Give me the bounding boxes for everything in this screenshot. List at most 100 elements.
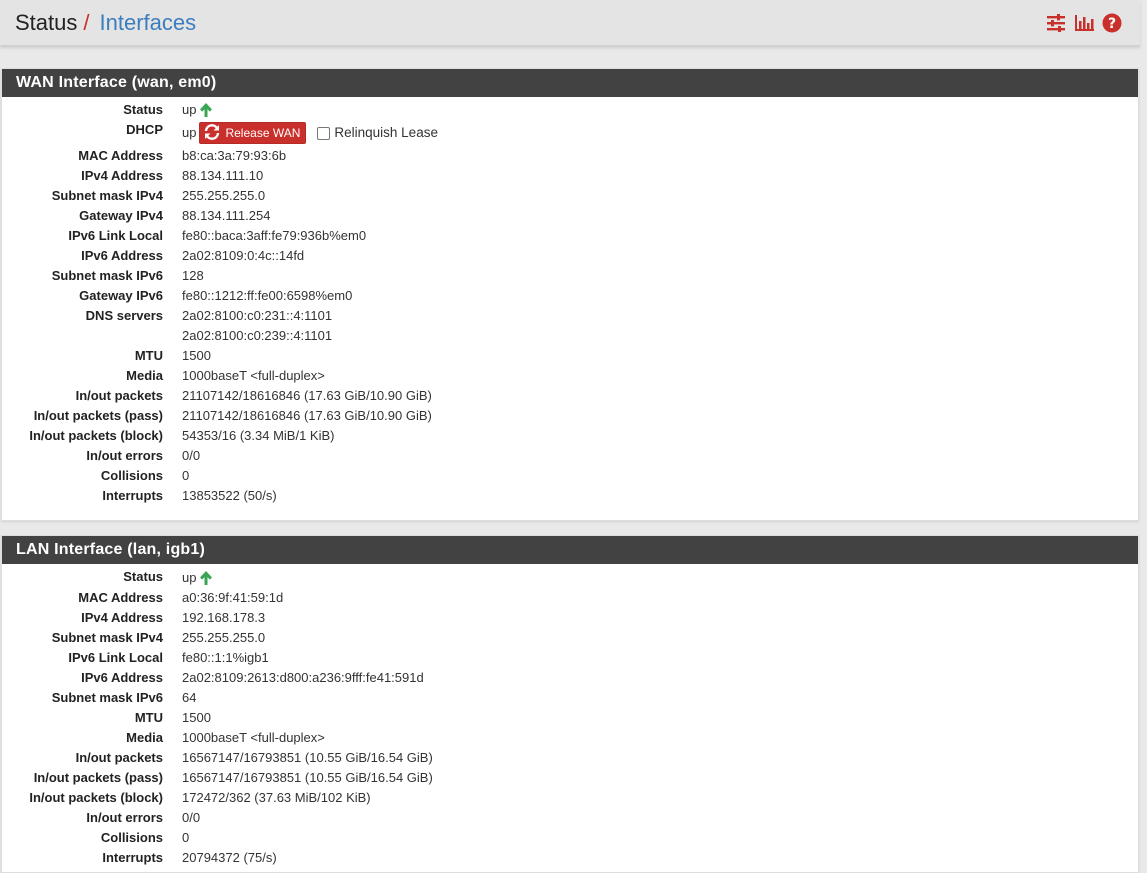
wan-detail-row: DNS servers 2a02:8100:c0:231::4:1101 (2, 306, 1138, 326)
row-value: 21107142/18616846 (17.63 GiB/10.90 GiB) (182, 408, 432, 423)
row-label: IPv6 Link Local (68, 650, 163, 665)
row-value: 16567147/16793851 (10.55 GiB/16.54 GiB) (182, 770, 433, 785)
breadcrumb-current[interactable]: Interfaces (100, 10, 197, 36)
row-value: fe80::baca:3aff:fe79:936b%em0 (182, 228, 367, 243)
row-value: up (182, 125, 197, 140)
wan-detail-row: In/out packets 21107142/18616846 (17.63 G… (2, 386, 1138, 406)
row-value: 13853522 (50/s) (182, 488, 277, 503)
breadcrumb-separator: / (83, 9, 90, 35)
wan-panel-title: WAN Interface (wan, em0) (2, 69, 1138, 97)
bar-chart-icon[interactable] (1074, 13, 1094, 33)
breadcrumb: Status / Interfaces (15, 10, 196, 36)
relinquish-lease-checkbox[interactable] (317, 126, 331, 140)
lan-detail-row: In/out errors 0/0 (2, 808, 1138, 828)
wan-detail-row: Media 1000baseT <full-duplex> (2, 366, 1138, 386)
release-wan-button[interactable]: Release WAN (199, 122, 307, 144)
lan-detail-row: Interrupts 20794372 (75/s) (2, 848, 1138, 868)
up-arrow-icon (199, 102, 213, 118)
lan-status-row: Status up (2, 567, 1138, 588)
row-value: 88.134.111.10 (182, 168, 264, 183)
row-label: In/out packets (pass) (33, 770, 163, 785)
row-label: In/out errors (86, 810, 163, 825)
settings-sliders-icon[interactable] (1046, 13, 1066, 33)
lan-detail-row: IPv6 Link Local fe80::1:1%igb1 (2, 648, 1138, 668)
row-label: MAC Address (78, 590, 163, 605)
row-value: 21107142/18616846 (17.63 GiB/10.90 GiB) (182, 388, 432, 403)
lan-detail-row: In/out packets (block) 172472/362 (37.63 … (2, 788, 1138, 808)
row-value: 64 (182, 690, 197, 705)
row-label (2, 326, 163, 346)
row-label: In/out packets (block) (29, 790, 163, 805)
row-label: Status (123, 569, 163, 584)
row-value: 2a02:8100:c0:239::4:1101 (182, 328, 333, 343)
wan-detail-row: 2a02:8100:c0:239::4:1101 (2, 326, 1138, 346)
row-value: 192.168.178.3 (182, 610, 266, 625)
wan-interface-panel: WAN Interface (wan, em0) Status up DHCP … (1, 68, 1139, 521)
wan-detail-row: Gateway IPv6 fe80::1212:ff:fe00:6598%em0 (2, 286, 1138, 306)
wan-dhcp-row: DHCP up Release WAN Relinquish Lease (2, 120, 1138, 146)
row-value: 0 (182, 830, 190, 845)
row-value: fe80::1:1%igb1 (182, 650, 269, 665)
row-label: Collisions (100, 830, 163, 845)
lan-detail-row: Collisions 0 (2, 828, 1138, 848)
lan-detail-row: MAC Address a0:36:9f:41:59:1d (2, 588, 1138, 608)
row-value: 2a02:8109:0:4c::14fd (182, 248, 305, 263)
wan-detail-row: In/out packets (block) 54353/16 (3.34 MiB… (2, 426, 1138, 446)
row-label: In/out errors (86, 448, 163, 463)
relinquish-lease-option[interactable]: Relinquish Lease (317, 120, 438, 146)
header-icons: ? (1046, 13, 1122, 33)
row-value: 128 (182, 268, 204, 283)
refresh-icon (203, 123, 221, 143)
lan-detail-row: Subnet mask IPv6 64 (2, 688, 1138, 708)
wan-detail-row: In/out errors 0/0 (2, 446, 1138, 466)
lan-detail-row: In/out packets (pass) 16567147/16793851 (… (2, 768, 1138, 788)
row-value: 0/0 (182, 448, 201, 463)
row-value: 1000baseT <full-duplex> (182, 368, 325, 383)
row-value: 0 (182, 468, 190, 483)
row-label: In/out packets (75, 750, 163, 765)
row-label: IPv6 Link Local (68, 228, 163, 243)
help-icon[interactable]: ? (1102, 13, 1122, 33)
row-label: MTU (134, 710, 163, 725)
row-value: 2a02:8109:2613:d800:a236:9fff:fe41:591d (182, 670, 424, 685)
row-label: DHCP (126, 122, 163, 137)
wan-detail-row: IPv6 Link Local fe80::baca:3aff:fe79:936b… (2, 226, 1138, 246)
row-value: 20794372 (75/s) (182, 850, 277, 865)
row-label: Interrupts (102, 488, 163, 503)
row-label: Subnet mask IPv6 (51, 690, 163, 705)
wan-detail-row: In/out packets (pass) 21107142/18616846 (… (2, 406, 1138, 426)
row-label: IPv4 Address (81, 168, 163, 183)
lan-detail-row: IPv6 Address 2a02:8109:2613:d800:a236:9ff… (2, 668, 1138, 688)
wan-detail-row: Interrupts 13853522 (50/s) (2, 486, 1138, 506)
breadcrumb-root[interactable]: Status (15, 10, 77, 36)
wan-detail-row: IPv6 Address 2a02:8109:0:4c::14fd (2, 246, 1138, 266)
row-label: Subnet mask IPv4 (51, 188, 163, 203)
row-label: MAC Address (78, 148, 163, 163)
wan-detail-row: Collisions 0 (2, 466, 1138, 486)
row-label: In/out packets (75, 388, 163, 403)
row-value: a0:36:9f:41:59:1d (182, 590, 284, 605)
lan-panel-title: LAN Interface (lan, igb1) (2, 536, 1138, 564)
row-label: Subnet mask IPv6 (51, 268, 163, 283)
up-arrow-icon (199, 570, 213, 586)
lan-detail-row: IPv4 Address 192.168.178.3 (2, 608, 1138, 628)
wan-detail-row: Gateway IPv4 88.134.111.254 (2, 206, 1138, 226)
row-value: 255.255.255.0 (182, 630, 266, 645)
wan-status-row: Status up (2, 100, 1138, 120)
row-value: b8:ca:3a:79:93:6b (182, 148, 287, 163)
row-label: In/out packets (pass) (33, 408, 163, 423)
row-label: Media (126, 730, 163, 745)
row-label: Collisions (100, 468, 163, 483)
row-value: 1500 (182, 348, 211, 363)
row-label: Gateway IPv6 (79, 288, 163, 303)
page-header: Status / Interfaces ? (0, 0, 1140, 46)
row-value: 88.134.111.254 (182, 208, 271, 223)
row-label: Subnet mask IPv4 (51, 630, 163, 645)
release-wan-label: Release WAN (225, 126, 301, 140)
wan-detail-row: MTU 1500 (2, 346, 1138, 366)
relinquish-lease-label: Relinquish Lease (334, 125, 438, 140)
wan-detail-row: Subnet mask IPv4 255.255.255.0 (2, 186, 1138, 206)
row-value: fe80::1212:ff:fe00:6598%em0 (182, 288, 353, 303)
row-label: IPv6 Address (81, 248, 163, 263)
row-label: MTU (134, 348, 163, 363)
